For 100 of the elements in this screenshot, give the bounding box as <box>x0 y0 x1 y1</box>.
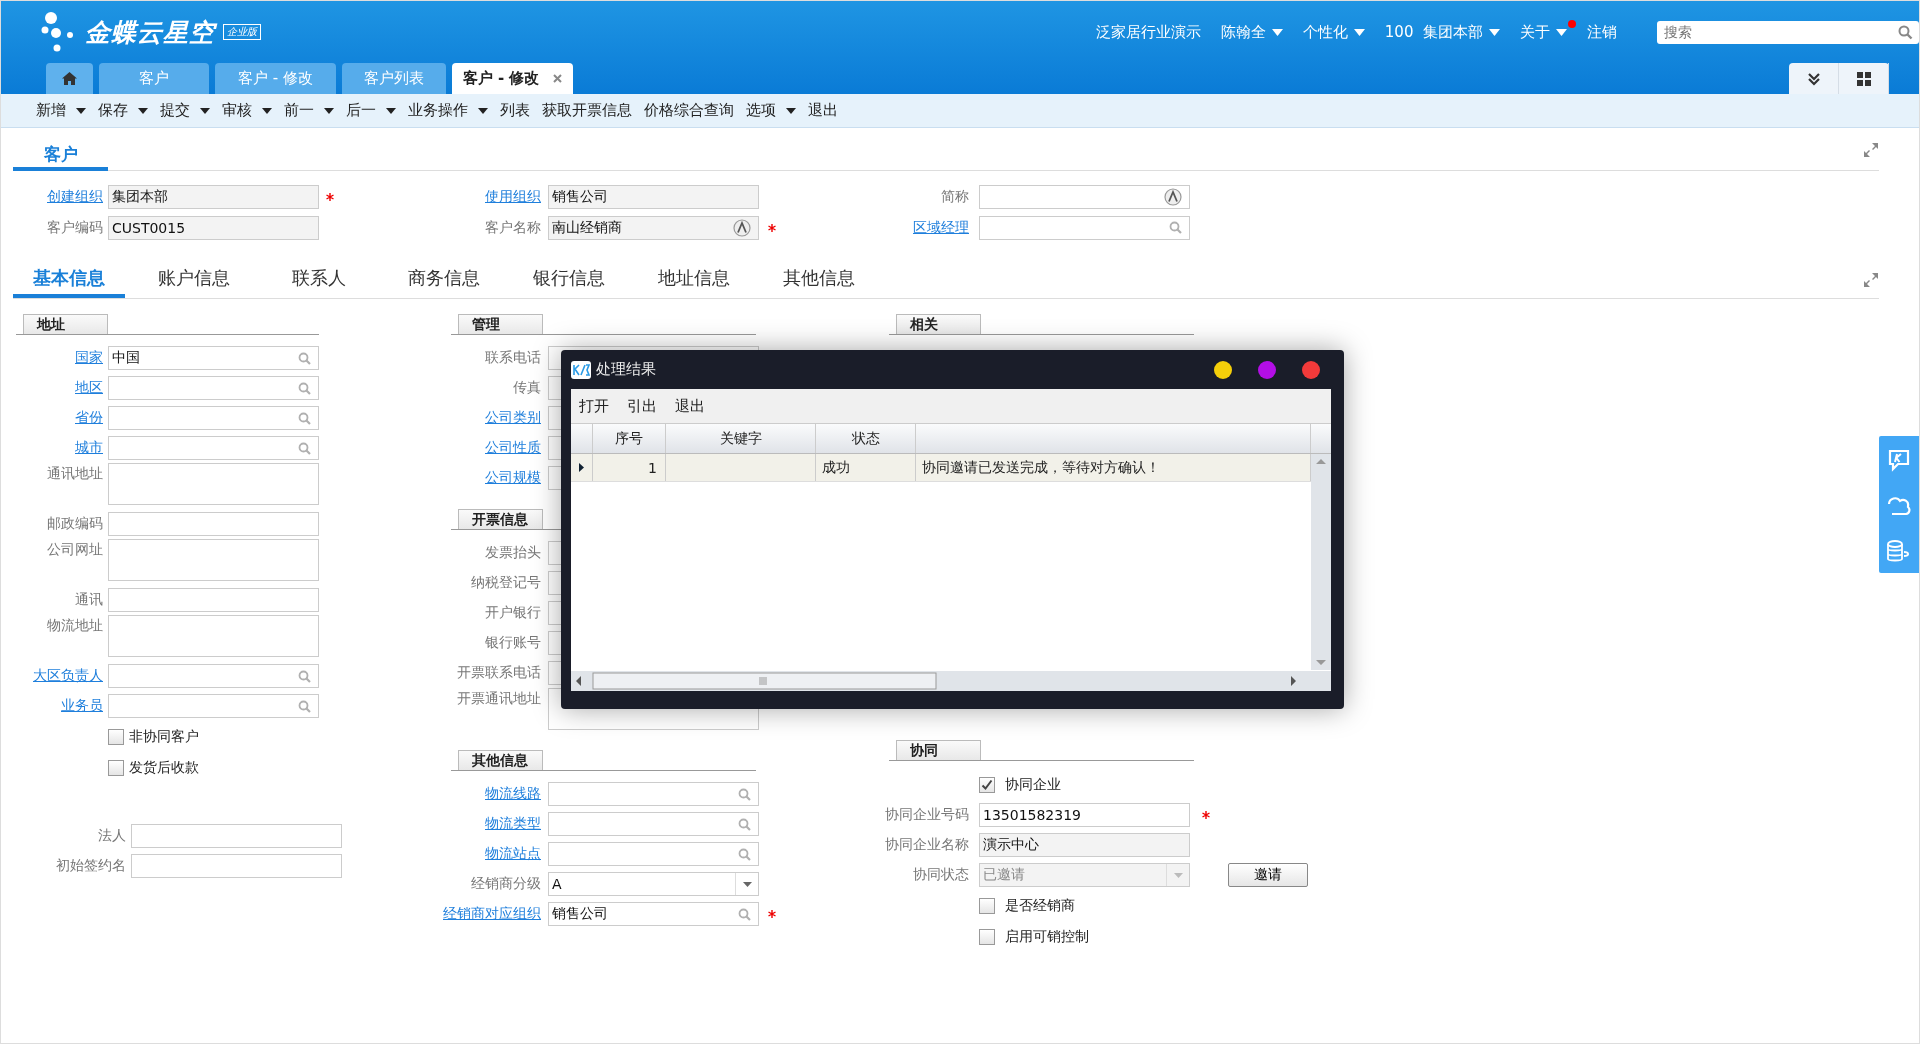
multilingual-icon[interactable] <box>1164 187 1182 206</box>
dropdown-field[interactable]: A <box>548 872 759 896</box>
checkbox[interactable] <box>979 897 995 914</box>
input-field[interactable]: 集团本部 <box>108 184 319 209</box>
input-field[interactable]: 演示中心 <box>979 833 1190 857</box>
toolbar-button[interactable]: 后一 <box>346 101 396 120</box>
toolbar-button[interactable]: 退出 <box>808 101 838 120</box>
field-link[interactable]: 省份 <box>13 409 103 427</box>
column-header[interactable]: 序号 <box>593 424 666 453</box>
field-link[interactable]: 物流站点 <box>431 845 541 863</box>
field-link[interactable]: 城市 <box>13 439 103 457</box>
field-link[interactable]: 业务员 <box>13 697 103 715</box>
field-link[interactable]: 区域经理 <box>869 218 969 237</box>
expand-icon[interactable] <box>1863 272 1879 288</box>
toolbar-button[interactable]: 业务操作 <box>408 101 488 120</box>
header-menu-item[interactable]: 注销 <box>1587 22 1617 42</box>
column-header[interactable]: 状态 <box>816 424 916 453</box>
search-icon[interactable] <box>738 817 751 831</box>
field-link[interactable]: 物流线路 <box>431 785 541 803</box>
field-link[interactable]: 经销商对应组织 <box>431 905 541 923</box>
input-field[interactable]: 中国 <box>108 346 319 370</box>
search-icon[interactable] <box>1169 221 1182 234</box>
chat-icon[interactable] <box>1887 447 1911 472</box>
field-link[interactable]: 创建组织 <box>13 187 103 206</box>
checkbox[interactable] <box>979 928 995 945</box>
invite-button[interactable]: 邀请 <box>1228 863 1308 887</box>
input-field[interactable]: 南山经销商 <box>548 215 759 240</box>
vertical-scrollbar[interactable] <box>1311 454 1331 670</box>
close-icon[interactable] <box>553 74 563 83</box>
search-icon[interactable] <box>298 441 311 455</box>
dialog-menu-item[interactable]: 引出 <box>627 396 657 416</box>
field-link[interactable]: 公司性质 <box>431 439 541 457</box>
detail-tab[interactable]: 地址信息 <box>638 262 750 298</box>
field-link[interactable]: 大区负责人 <box>13 667 103 685</box>
horizontal-scrollbar[interactable] <box>571 671 1331 691</box>
field-link[interactable]: 国家 <box>13 349 103 367</box>
field-link[interactable]: 使用组织 <box>431 187 541 206</box>
field-link[interactable]: 公司规模 <box>431 469 541 487</box>
input-field[interactable] <box>979 184 1190 209</box>
input-field[interactable] <box>108 694 319 718</box>
input-field[interactable] <box>108 436 319 460</box>
input-field[interactable]: 销售公司 <box>548 184 759 209</box>
input-field[interactable] <box>131 824 342 848</box>
input-field[interactable] <box>131 854 342 878</box>
expand-icon[interactable] <box>1863 142 1879 158</box>
table-row[interactable]: 1 成功 协同邀请已发送完成，等待对方确认！ <box>571 454 1311 482</box>
search-icon[interactable] <box>298 351 311 365</box>
checkbox[interactable] <box>108 728 124 745</box>
toolbar-button[interactable]: 列表 <box>500 101 530 120</box>
search-field[interactable]: 搜索 <box>1657 20 1919 44</box>
dialog-menu-item[interactable]: 退出 <box>675 396 705 416</box>
input-field[interactable] <box>979 215 1190 240</box>
input-field[interactable] <box>108 406 319 430</box>
detail-tab[interactable]: 账户信息 <box>138 262 250 298</box>
search-icon[interactable] <box>738 787 751 801</box>
toolbar-button[interactable]: 新增 <box>36 101 86 120</box>
input-field[interactable] <box>108 512 319 536</box>
toolbar-button[interactable]: 选项 <box>746 101 796 120</box>
header-menu-item[interactable]: 陈翰全 <box>1220 22 1283 42</box>
input-field[interactable] <box>548 782 759 806</box>
column-header[interactable]: 关键字 <box>666 424 816 453</box>
window-control-icon[interactable] <box>1214 360 1232 379</box>
input-field[interactable] <box>108 588 319 612</box>
detail-tab[interactable]: 银行信息 <box>513 262 625 298</box>
cloud-icon[interactable] <box>1887 494 1911 517</box>
toolbar-button[interactable]: 前一 <box>284 101 334 120</box>
search-icon[interactable] <box>738 907 751 921</box>
coins-icon[interactable] <box>1886 539 1912 562</box>
search-icon[interactable] <box>298 669 311 683</box>
search-icon[interactable] <box>298 411 311 425</box>
toolbar-button[interactable]: 提交 <box>160 101 210 120</box>
search-icon[interactable] <box>738 847 751 861</box>
field-link[interactable]: 物流类型 <box>431 815 541 833</box>
checkbox[interactable] <box>108 759 124 776</box>
checkbox[interactable] <box>979 776 995 793</box>
search-icon[interactable] <box>1898 24 1913 40</box>
input-field[interactable]: 13501582319 <box>979 803 1190 827</box>
input-field[interactable] <box>108 664 319 688</box>
toolbar-button[interactable]: 获取开票信息 <box>542 101 632 120</box>
search-icon[interactable] <box>298 699 311 713</box>
input-field[interactable] <box>548 812 759 836</box>
toolbar-button[interactable]: 审核 <box>222 101 272 120</box>
field-link[interactable]: 地区 <box>13 379 103 397</box>
field-link[interactable]: 公司类别 <box>431 409 541 427</box>
input-field[interactable] <box>108 376 319 400</box>
header-menu-item[interactable]: 个性化 <box>1302 22 1365 42</box>
detail-tab[interactable]: 其他信息 <box>763 262 875 298</box>
detail-tab[interactable]: 基本信息 <box>13 262 125 298</box>
header-menu-item[interactable]: 关于 <box>1520 22 1567 42</box>
input-field[interactable]: CUST0015 <box>108 215 319 240</box>
search-icon[interactable] <box>298 381 311 395</box>
page-tab[interactable]: 客户 - 修改 <box>452 63 573 94</box>
detail-tab[interactable]: 商务信息 <box>388 262 500 298</box>
toolbar-button[interactable]: 价格综合查询 <box>644 101 734 120</box>
detail-tab[interactable]: 联系人 <box>263 262 375 298</box>
input-field[interactable] <box>548 842 759 866</box>
dialog-menu-item[interactable]: 打开 <box>579 396 609 416</box>
header-menu-item[interactable]: 泛家居行业演示 <box>1095 22 1201 42</box>
input-field[interactable]: 销售公司 <box>548 902 759 926</box>
header-menu-item[interactable]: 100 集团本部 <box>1384 22 1500 42</box>
